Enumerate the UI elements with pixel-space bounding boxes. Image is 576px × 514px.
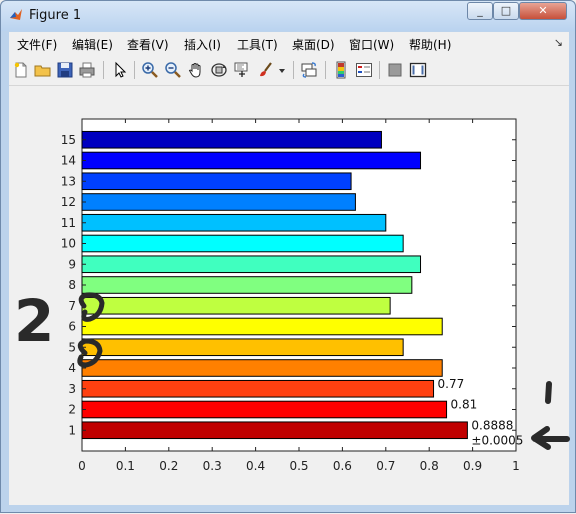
handwriting-overlay: 2	[14, 287, 570, 450]
handwritten-tick-mark	[545, 381, 552, 404]
figure-window: Figure 1 _ □ ✕ 文件(F) 编辑(E) 查看(V) 插入(I) 工…	[0, 0, 576, 513]
handwritten-arrow-mark	[531, 426, 570, 450]
handwritten-circle-mark	[77, 338, 103, 368]
handwritten-number: 2	[14, 287, 54, 355]
handwritten-circle-mark	[78, 292, 105, 322]
